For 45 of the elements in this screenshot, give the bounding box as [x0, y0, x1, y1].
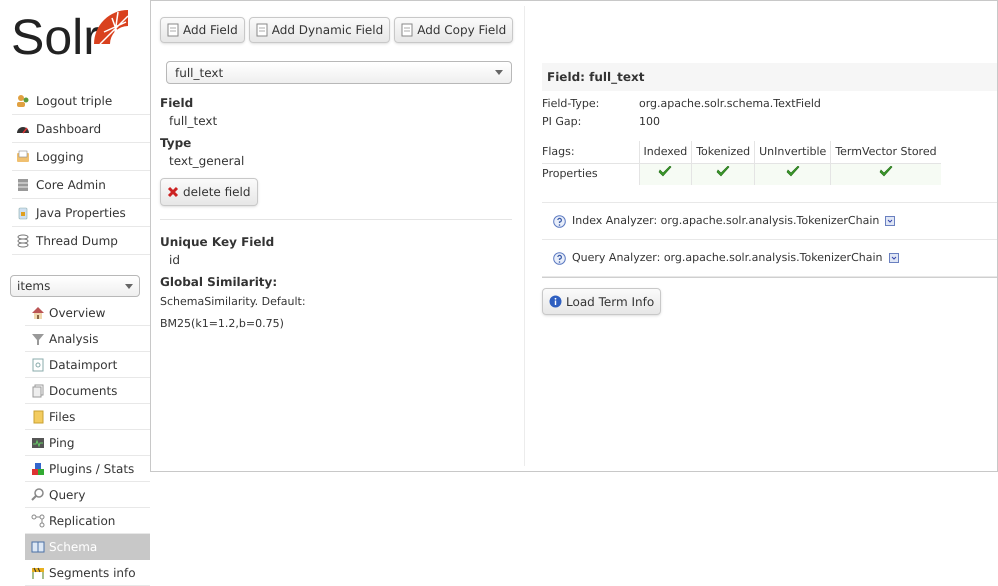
property-label: Field-Type: [542, 96, 600, 112]
field-title-bar: Field: full_text [542, 63, 997, 91]
toolbar-button[interactable]: Add Dynamic Field [248, 17, 390, 43]
delete-field-button[interactable]: delete field [160, 178, 258, 206]
core-menu-item[interactable]: Plugins / Stats [25, 456, 150, 482]
property-value: 100 [639, 114, 660, 130]
toolbar-button[interactable]: Add Copy Field [394, 17, 514, 43]
flag-header: TermVector Stored [830, 141, 941, 163]
field-select[interactable]: full_text [166, 61, 512, 84]
similarity-text: SchemaSimilarity. Default: [160, 294, 307, 310]
unique-key-label: Unique Key Field [160, 234, 276, 251]
logo-text: Solr [11, 9, 100, 65]
nav-item[interactable]: Dashboard [12, 115, 150, 143]
global-similarity-label: Global Similarity: [160, 274, 278, 291]
info-value: text_general [168, 153, 246, 170]
core-selector[interactable]: items [10, 275, 140, 297]
toolbar-button[interactable]: Add Field [160, 17, 245, 43]
flag-header: Tokenized [692, 141, 755, 163]
nav-item[interactable]: Java Properties [12, 199, 150, 227]
nav-item[interactable]: Core Admin [12, 171, 150, 199]
nav-item[interactable]: Thread Dump [12, 227, 150, 255]
core-menu-item[interactable]: Analysis [25, 326, 150, 352]
nav-item[interactable]: Logout triple [12, 87, 150, 115]
core-menu-item[interactable]: Documents [25, 378, 150, 404]
unique-key-value: id [168, 252, 181, 269]
core-menu-item[interactable]: Dataimport [25, 352, 150, 378]
flag-header: UnInvertible [754, 141, 831, 163]
core-menu-item[interactable]: Ping [25, 430, 150, 456]
flags-label: Flags: [542, 141, 639, 163]
row-label: Properties [542, 163, 639, 185]
info-label: Field [160, 95, 194, 112]
core-menu-item[interactable]: Query [25, 482, 150, 508]
similarity-text: BM25(k1=1.2,b=0.75) [160, 316, 285, 332]
property-value: org.apache.solr.schema.TextField [639, 96, 821, 112]
load-term-info-button[interactable]: Load Term Info [542, 288, 662, 315]
analyzer-text: Query Analyzer: org.apache.solr.analysis.TokenizerChain [572, 250, 882, 266]
flag-header: Indexed [639, 141, 692, 163]
property-label: PI Gap: [542, 114, 582, 130]
core-menu-item[interactable]: Overview [25, 300, 150, 326]
analyzer-text: Index Analyzer: org.apache.solr.analysis.TokenizerChain [572, 212, 880, 229]
info-label: Type [160, 135, 192, 152]
nav-item[interactable]: Logging [12, 143, 150, 171]
core-menu-item[interactable]: Files [25, 404, 150, 430]
info-value: full_text [168, 113, 218, 130]
core-menu-item[interactable]: Segments info [25, 560, 150, 586]
